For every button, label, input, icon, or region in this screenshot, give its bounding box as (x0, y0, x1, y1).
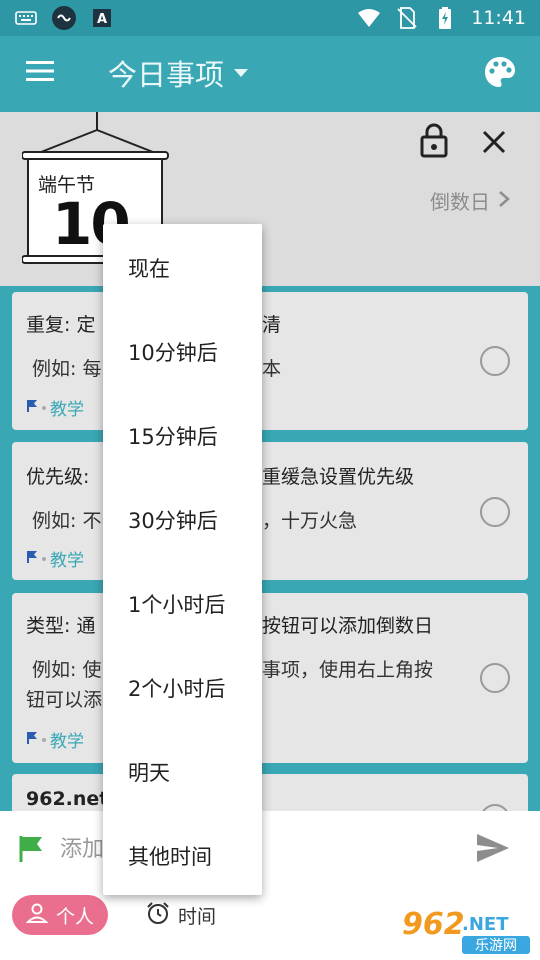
font-a-icon: A (90, 6, 114, 30)
dropdown-arrow-icon (232, 64, 250, 83)
menu-item-now[interactable]: 现在 (103, 226, 262, 310)
menu-item-15min[interactable]: 15分钟后 (103, 394, 262, 478)
tag-separator (42, 405, 46, 410)
svg-text:A: A (97, 12, 107, 27)
task-title-tail: 重缓急设置优先级 (262, 466, 415, 488)
tag-separator (42, 556, 46, 561)
task-card[interactable]: 重复: 定 清 例如: 每 本 教学 (12, 292, 528, 430)
task-title: 962.net (26, 788, 109, 810)
flag-small-icon (26, 730, 38, 750)
task-example-line2: 钮可以添 (26, 689, 103, 711)
person-icon (25, 902, 49, 929)
app-bar: 今日事项 (0, 36, 540, 112)
menu-item-2hours[interactable]: 2个小时后 (103, 646, 262, 730)
status-time: 11:41 (471, 7, 526, 29)
task-card[interactable]: 优先级: 重缓急设置优先级 例如: 不 ，十万火急 教学 (12, 442, 528, 580)
alarm-icon (146, 901, 170, 930)
complete-checkbox[interactable] (480, 346, 510, 376)
countdown-link[interactable]: 倒数日 (430, 186, 510, 215)
menu-item-other-time[interactable]: 其他时间 (103, 814, 262, 898)
page-title: 今日事项 (108, 58, 225, 92)
chevron-right-icon (498, 189, 510, 213)
menu-item-10min[interactable]: 10分钟后 (103, 310, 262, 394)
battery-charging-icon (433, 6, 457, 30)
menu-item-30min[interactable]: 30分钟后 (103, 478, 262, 562)
task-tag[interactable]: 教学 (26, 727, 84, 752)
task-card[interactable]: 类型: 通 按钮可以添加倒数日 例如: 使 事项，使用右上角按 钮可以添 教学 (12, 593, 528, 763)
watermark-brand: 962 (402, 907, 465, 942)
no-sim-icon (395, 6, 419, 30)
complete-checkbox[interactable] (480, 497, 510, 527)
task-example-tail: 事项，使用右上角按 (262, 659, 434, 681)
watermark-logo: 962 .NET 乐游网 (402, 907, 530, 954)
wifi-icon (357, 6, 381, 30)
tag-separator (42, 737, 46, 742)
close-icon[interactable] (480, 128, 510, 158)
countdown-header: 端午节 10 倒数日 (0, 112, 540, 286)
person-chip-label: 个人 (55, 905, 94, 928)
task-example-tail: ，十万火急 (262, 510, 358, 532)
task-tag[interactable]: 教学 (26, 395, 84, 420)
task-tag-label: 教学 (50, 551, 84, 571)
task-example: 例如: 每 (32, 358, 102, 380)
task-example: 例如: 不 (32, 510, 102, 532)
time-button-label: 时间 (178, 906, 217, 928)
palette-icon[interactable] (482, 54, 522, 94)
send-icon[interactable] (476, 833, 510, 863)
task-example: 例如: 使 (32, 659, 102, 681)
task-title: 重复: 定 (26, 314, 96, 336)
person-chip[interactable]: 个人 (12, 895, 108, 935)
complete-checkbox[interactable] (480, 663, 510, 693)
lock-icon[interactable] (418, 122, 452, 160)
watermark-suffix: .NET (462, 914, 509, 935)
menu-icon[interactable] (24, 58, 60, 90)
flag-small-icon (26, 549, 38, 569)
task-title: 优先级: (26, 466, 90, 488)
flag-icon[interactable] (18, 835, 44, 863)
task-title: 类型: 通 (26, 615, 96, 637)
status-bar: A 11:41 (0, 0, 540, 36)
task-title-tail: 按钮可以添加倒数日 (262, 615, 434, 637)
menu-item-1hour[interactable]: 1个小时后 (103, 562, 262, 646)
reminder-time-menu: 现在 10分钟后 15分钟后 30分钟后 1个小时后 2个小时后 明天 其他时间 (103, 224, 262, 895)
menu-item-tomorrow[interactable]: 明天 (103, 730, 262, 814)
time-button[interactable]: 时间 (146, 901, 216, 930)
link-icon (52, 6, 76, 30)
task-example-tail: 本 (262, 358, 282, 380)
watermark-subtitle: 乐游网 (475, 938, 517, 954)
task-title-tail: 清 (262, 314, 282, 336)
countdown-label: 倒数日 (430, 190, 490, 214)
title-dropdown[interactable]: 今日事项 (108, 52, 250, 94)
task-tag-label: 教学 (50, 400, 84, 420)
task-tag[interactable]: 教学 (26, 546, 84, 571)
task-tag-label: 教学 (50, 732, 84, 752)
keyboard-icon (14, 6, 38, 30)
flag-small-icon (26, 398, 38, 418)
